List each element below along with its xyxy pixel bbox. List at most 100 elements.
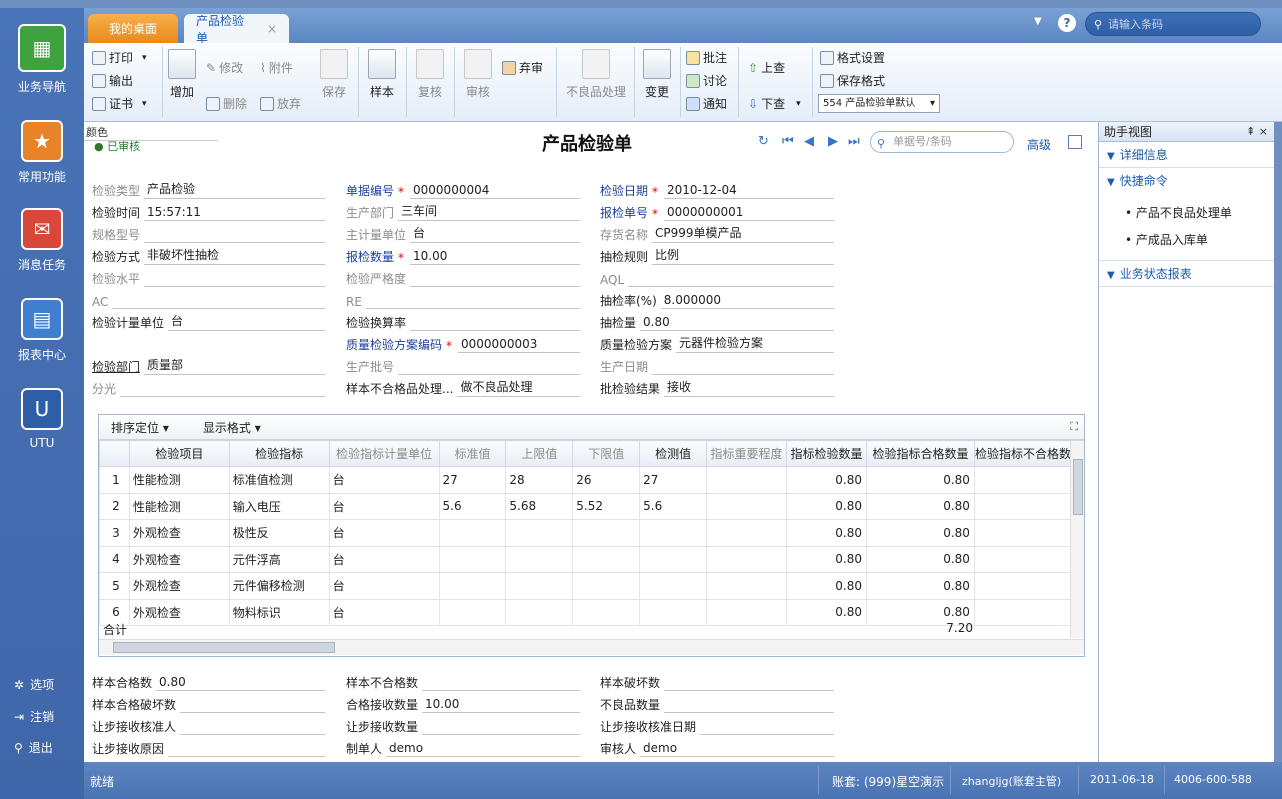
grid-cell[interactable]: 5.6 bbox=[438, 492, 507, 520]
column-header[interactable]: 检验指标不合格数量 bbox=[973, 440, 1085, 467]
table-row[interactable]: 1 性能检测 标准值检测台 27 28 26 27 0.80 0.80 bbox=[99, 466, 1085, 494]
tab-home[interactable]: 我的桌面 bbox=[88, 14, 178, 43]
list-view-icon[interactable] bbox=[1068, 135, 1082, 149]
grid-cell[interactable]: 输入电压 bbox=[228, 492, 330, 520]
grid-cell[interactable]: 标准值检测 bbox=[228, 466, 330, 494]
grid-cell[interactable] bbox=[572, 519, 641, 547]
column-header[interactable]: 检验指标合格数量 bbox=[865, 440, 975, 467]
grid-cell[interactable] bbox=[639, 545, 708, 573]
grid-cell[interactable] bbox=[973, 572, 1085, 600]
field-c1-6[interactable]: 检验计量单位台 bbox=[92, 310, 325, 331]
grid-cell[interactable]: 性能检测 bbox=[128, 492, 230, 520]
footer-field-c3-2[interactable]: 让步接收核准日期 bbox=[600, 714, 834, 735]
grid-cell[interactable]: 外观检查 bbox=[128, 572, 230, 600]
discuss-button[interactable]: 讨论 bbox=[686, 72, 727, 89]
field-value[interactable]: 0000000003 bbox=[458, 337, 580, 353]
field-value[interactable] bbox=[664, 689, 834, 691]
sort-locate-button[interactable]: 排序定位 ▾ bbox=[111, 419, 169, 436]
field-value[interactable]: 元器件检验方案 bbox=[676, 334, 834, 353]
scroll-thumb[interactable] bbox=[113, 642, 335, 653]
field-value[interactable]: 台 bbox=[410, 224, 580, 243]
table-row[interactable]: 4 外观检查 元件浮高台 0.80 0.80 bbox=[99, 545, 1085, 573]
field-value[interactable]: 台 bbox=[168, 312, 325, 331]
field-value[interactable]: 比例 bbox=[652, 246, 834, 265]
grid-cell[interactable] bbox=[639, 519, 708, 547]
recheck-button[interactable]: 复核 bbox=[410, 49, 450, 100]
field-value[interactable] bbox=[410, 285, 580, 287]
tab-inspection-doc[interactable]: 产品检验单 × bbox=[184, 14, 289, 45]
reject-button[interactable]: 弃审 bbox=[502, 59, 543, 76]
grid-cell[interactable] bbox=[706, 572, 788, 600]
section-status-report[interactable]: ▼ 业务状态报表 bbox=[1099, 261, 1274, 287]
grid-cell[interactable] bbox=[706, 466, 788, 494]
grid-cell[interactable]: 台 bbox=[328, 572, 440, 600]
field-value[interactable] bbox=[664, 711, 834, 713]
field-value[interactable]: 0000000004 bbox=[410, 183, 580, 199]
grid-cell[interactable]: 0.80 bbox=[865, 545, 975, 573]
field-c3-8[interactable]: 生产日期 bbox=[600, 354, 834, 375]
grid-cell[interactable]: 26 bbox=[572, 466, 641, 494]
next-record-icon[interactable]: ▶ bbox=[828, 134, 838, 149]
field-value[interactable]: 2010-12-04 bbox=[664, 183, 834, 199]
look-up-button[interactable]: ⇧ 上查 bbox=[748, 59, 785, 76]
field-value[interactable]: 0.80 bbox=[640, 315, 834, 331]
table-row[interactable]: 3 外观检查 极性反台 0.80 0.80 bbox=[99, 519, 1085, 547]
sample-button[interactable]: 样本 bbox=[362, 49, 402, 100]
modify-button[interactable]: ✎ 修改 bbox=[206, 59, 243, 76]
grid-cell[interactable]: 外观检查 bbox=[128, 545, 230, 573]
save-button[interactable]: 保存 bbox=[314, 49, 354, 100]
field-c1-2[interactable]: 规格型号 bbox=[92, 222, 325, 243]
field-c2-4[interactable]: 检验严格度 bbox=[346, 266, 580, 287]
grid-cell[interactable]: 5.6 bbox=[639, 492, 708, 520]
nav-business[interactable]: ▦ 业务导航 bbox=[0, 24, 84, 95]
field-c1-3[interactable]: 检验方式 非破坏性抽检 bbox=[92, 244, 325, 265]
field-c2-6[interactable]: 检验换算率 bbox=[346, 310, 580, 331]
field-c1-4[interactable]: 检验水平 bbox=[92, 266, 325, 287]
field-value[interactable]: CP999单模产品 bbox=[652, 224, 834, 243]
column-header[interactable]: 标准值 bbox=[438, 440, 507, 467]
exit-button[interactable]: ⚲ 退出 bbox=[14, 739, 53, 756]
section-details[interactable]: ▼ 详细信息 bbox=[1099, 142, 1274, 168]
field-value[interactable] bbox=[120, 395, 325, 397]
field-value[interactable] bbox=[422, 689, 580, 691]
field-value[interactable]: 8.000000 bbox=[660, 293, 834, 309]
field-c3-3[interactable]: 抽检规则 比例 bbox=[600, 244, 834, 265]
grid-cell[interactable] bbox=[706, 492, 788, 520]
table-row[interactable]: 2 性能检测 输入电压台 5.6 5.68 5.52 5.6 0.80 0.80 bbox=[99, 492, 1085, 520]
field-c2-2[interactable]: 主计量单位台 bbox=[346, 222, 580, 243]
options-button[interactable]: ✲ 选项 bbox=[14, 676, 54, 693]
grid-cell[interactable] bbox=[505, 545, 574, 573]
grid-cell[interactable]: 0.80 bbox=[786, 545, 867, 573]
field-value[interactable]: 三车间 bbox=[398, 202, 580, 221]
footer-field-c2-3[interactable]: 制单人 demo bbox=[346, 736, 580, 757]
save-format-button[interactable]: 保存格式 bbox=[820, 72, 885, 89]
grid-cell[interactable]: 性能检测 bbox=[128, 466, 230, 494]
delete-button[interactable]: 删除 bbox=[206, 95, 247, 112]
field-value[interactable]: 15:57:11 bbox=[144, 205, 325, 221]
table-row[interactable]: 5 外观检查 元件偏移检测台 0.80 0.80 bbox=[99, 572, 1085, 600]
field-c3-0[interactable]: 检验日期 * 2010-12-04 bbox=[600, 178, 834, 199]
grid-cell[interactable] bbox=[706, 545, 788, 573]
field-value[interactable] bbox=[168, 755, 325, 757]
chevron-down-icon[interactable]: ▼ bbox=[1034, 16, 1042, 27]
grid-cell[interactable]: 5.52 bbox=[572, 492, 641, 520]
shortcut-item[interactable]: • 产品不良品处理单 bbox=[1099, 200, 1274, 227]
field-c1-8[interactable]: 检验部门 质量部 bbox=[92, 354, 325, 375]
footer-field-c2-2[interactable]: 让步接收数量 bbox=[346, 714, 580, 735]
doc-number-search[interactable]: ⚲ 单据号/条码 bbox=[870, 131, 1014, 153]
nav-utu[interactable]: U UTU bbox=[0, 388, 84, 450]
field-value[interactable] bbox=[652, 373, 834, 375]
scroll-thumb[interactable] bbox=[1073, 459, 1083, 515]
annotate-button[interactable]: 批注 bbox=[686, 49, 727, 66]
footer-field-c2-1[interactable]: 合格接收数量 10.00 bbox=[346, 692, 580, 713]
field-value[interactable]: 产品检验 bbox=[144, 180, 325, 199]
grid-cell[interactable]: 0.80 bbox=[865, 492, 975, 520]
field-value[interactable]: demo bbox=[386, 741, 580, 757]
column-header[interactable]: 下限值 bbox=[572, 440, 641, 467]
field-c2-8[interactable]: 生产批号 bbox=[346, 354, 580, 375]
field-value[interactable] bbox=[365, 307, 580, 309]
grid-cell[interactable] bbox=[572, 572, 641, 600]
grid-cell[interactable] bbox=[973, 545, 1085, 573]
field-c2-3[interactable]: 报检数量 * 10.00 bbox=[346, 244, 580, 265]
pin-close-icons[interactable]: ⇞ × bbox=[1246, 122, 1268, 142]
